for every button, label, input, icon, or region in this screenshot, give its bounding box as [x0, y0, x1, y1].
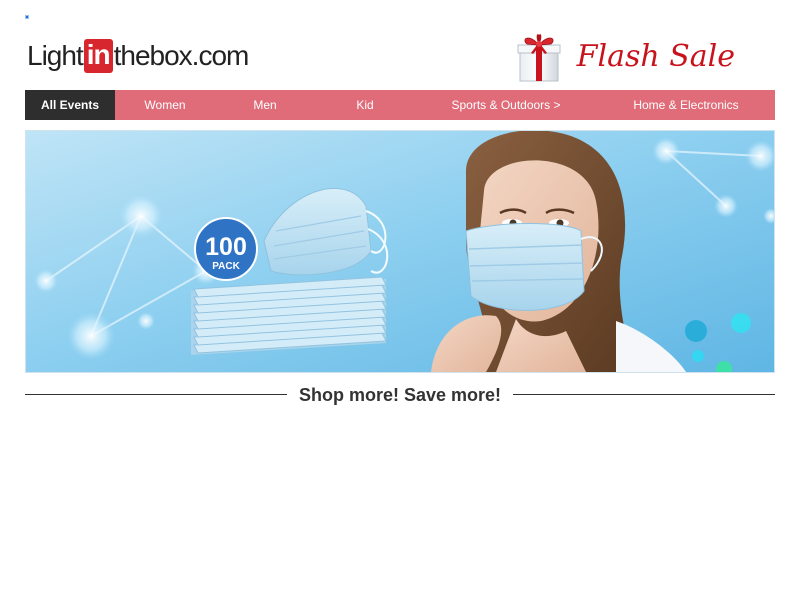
header: Light in thebox.com Flash Sale — [25, 28, 775, 86]
nav-item-sports-outdoors[interactable]: Sports & Outdoors > — [415, 90, 597, 120]
badge-text: PACK — [212, 261, 240, 272]
site-logo[interactable]: Light in thebox.com — [27, 36, 250, 76]
page: Light in thebox.com Flash Sale All Event… — [0, 0, 800, 600]
logo-part-thebox: thebox.com — [113, 40, 250, 71]
nav-item-home-electronics[interactable]: Home & Electronics — [597, 90, 775, 120]
slogan-divider: Shop more! Save more! — [25, 383, 775, 407]
logo-part-light: Light — [27, 40, 84, 71]
nav-item-men[interactable]: Men — [215, 90, 315, 120]
promo-banner[interactable]: 100 PACK — [25, 130, 775, 373]
logo-part-in: in — [83, 39, 113, 73]
face-mask-banner-image: 100 PACK — [26, 131, 774, 372]
nav-item-all-events[interactable]: All Events — [25, 90, 115, 120]
flash-sale-text: Flash Sale — [576, 38, 735, 74]
main-nav: All Events Women Men Kid Sports & Outdoo… — [25, 90, 775, 120]
pack-badge: 100 PACK — [194, 217, 258, 281]
badge-number: 100 — [205, 233, 247, 261]
nav-item-women[interactable]: Women — [115, 90, 215, 120]
nav-item-kid[interactable]: Kid — [315, 90, 415, 120]
tracking-pixel — [25, 15, 29, 19]
gift-box-icon — [517, 34, 561, 82]
slogan-text: Shop more! Save more! — [288, 385, 512, 405]
flash-sale-banner[interactable]: Flash Sale — [515, 28, 735, 84]
